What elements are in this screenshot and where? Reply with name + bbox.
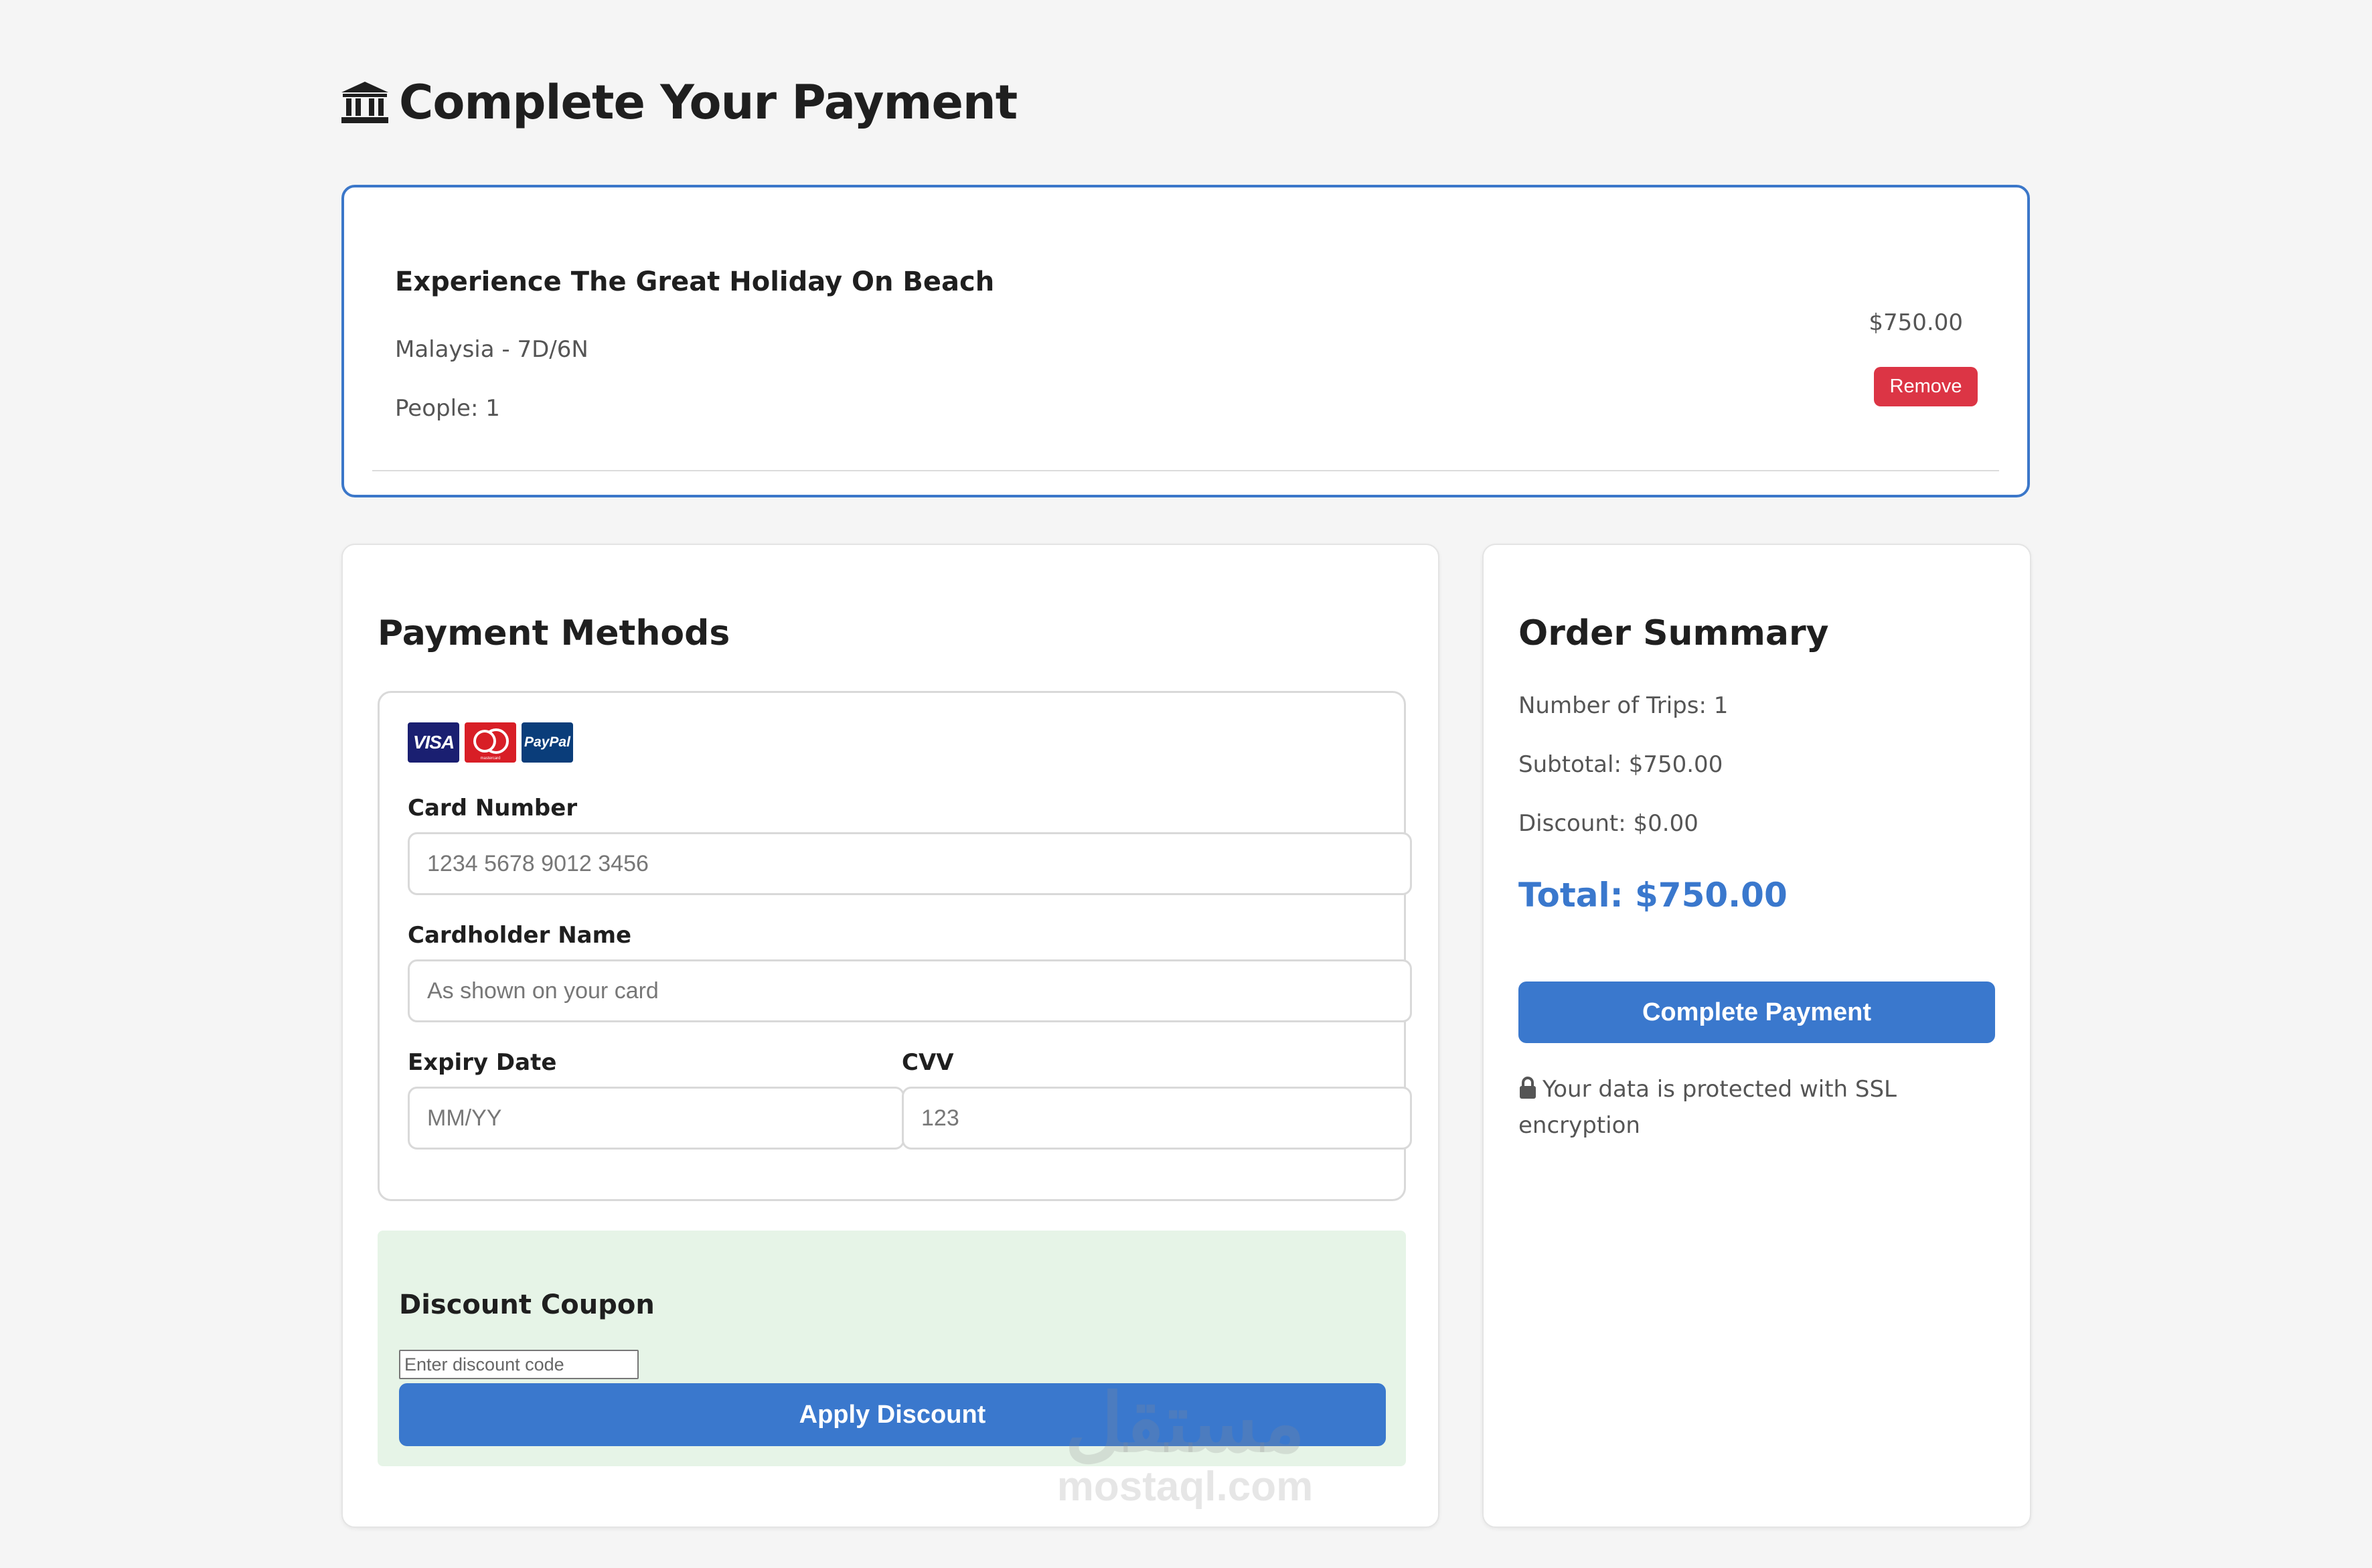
discount-code-input[interactable] <box>399 1350 639 1379</box>
cart-item-card: Experience The Great Holiday On Beach Ma… <box>341 185 2030 497</box>
expiry-date-input[interactable] <box>408 1087 904 1150</box>
complete-payment-button[interactable]: Complete Payment <box>1518 982 1995 1043</box>
cvv-input[interactable] <box>902 1087 1412 1150</box>
discount-coupon-heading: Discount Coupon <box>399 1289 655 1320</box>
card-logos: VISA mastercard PayPal <box>408 722 573 763</box>
discount-coupon-box: Discount Coupon Apply Discount <box>378 1231 1406 1466</box>
payment-methods-heading: Payment Methods <box>378 613 730 653</box>
ssl-note: Your data is protected with SSL encrypti… <box>1518 1071 1933 1144</box>
cvv-label: CVV <box>902 1049 954 1076</box>
order-total: Total: $750.00 <box>1518 876 1788 915</box>
trip-title: Experience The Great Holiday On Beach <box>395 266 995 297</box>
number-of-trips: Number of Trips: 1 <box>1518 692 1729 719</box>
expiry-date-label: Expiry Date <box>408 1049 557 1076</box>
order-summary-heading: Order Summary <box>1518 613 1829 653</box>
order-summary-panel: Order Summary Number of Trips: 1 Subtota… <box>1482 544 2031 1528</box>
trip-price: $750.00 <box>1869 309 1963 336</box>
remove-button[interactable]: Remove <box>1874 367 1978 406</box>
bank-icon <box>341 82 388 123</box>
mastercard-logo-text: mastercard <box>480 757 500 761</box>
visa-logo: VISA <box>408 722 459 763</box>
discount-amount: Discount: $0.00 <box>1518 810 1698 837</box>
card-number-label: Card Number <box>408 795 578 821</box>
paypal-logo: PayPal <box>522 722 573 763</box>
card-number-input[interactable] <box>408 832 1412 895</box>
lock-icon <box>1520 1077 1536 1099</box>
payment-methods-panel: Payment Methods VISA mastercard PayPal C… <box>341 544 1439 1528</box>
card-details-box: VISA mastercard PayPal Card Number Cardh… <box>378 691 1412 1201</box>
cardholder-name-label: Cardholder Name <box>408 922 632 949</box>
apply-discount-button[interactable]: Apply Discount <box>399 1383 1386 1446</box>
subtotal: Subtotal: $750.00 <box>1518 751 1723 778</box>
cardholder-name-input[interactable] <box>408 959 1412 1022</box>
page-title: Complete Your Payment <box>340 75 1018 130</box>
trip-people: People: 1 <box>395 395 500 422</box>
divider <box>372 470 1999 471</box>
ssl-note-text: Your data is protected with SSL encrypti… <box>1518 1076 1897 1139</box>
page-title-text: Complete Your Payment <box>399 75 1018 130</box>
mastercard-logo: mastercard <box>465 722 516 763</box>
trip-location: Malaysia - 7D/6N <box>395 336 588 363</box>
